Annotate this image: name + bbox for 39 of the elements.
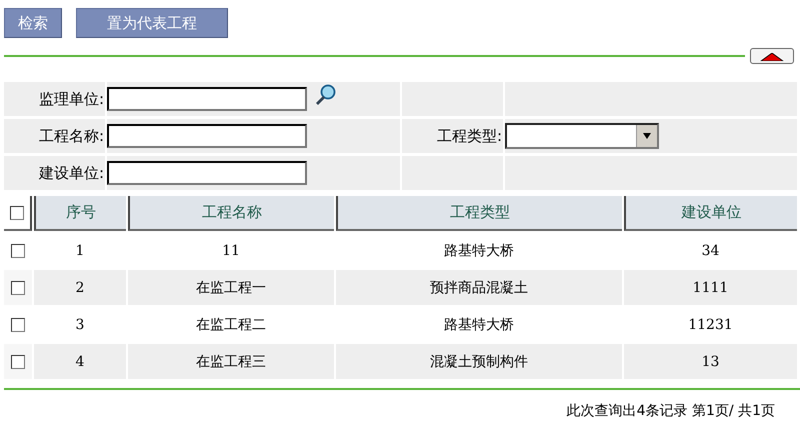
dropdown-arrow-icon (643, 133, 651, 139)
checkbox[interactable] (11, 280, 25, 294)
field-label: 工程名称: (38, 126, 104, 146)
field-label: 建设单位: (38, 164, 104, 182)
toolbar-button[interactable]: 置为代表工程 (76, 8, 228, 38)
table-cell-text: 11231 (687, 316, 734, 334)
table-cell: 2 (34, 270, 126, 305)
column-header[interactable]: 序号 (34, 196, 126, 231)
dropdown-field[interactable] (505, 123, 659, 149)
table-cell: 1111 (624, 270, 797, 305)
record-summary: 此次查询出4条记录 第1页/ 共1页 (566, 402, 775, 420)
field-label: 工程类型: (436, 126, 502, 146)
table-cell-text: 11 (221, 242, 241, 260)
column-header[interactable]: 工程名称 (128, 196, 334, 231)
table-cell: 混凝土预制构件 (336, 344, 622, 379)
checkbox[interactable] (11, 318, 25, 332)
checkbox[interactable] (10, 206, 24, 220)
table-cell: 13 (624, 344, 797, 379)
field-label: 监理单位: (38, 90, 104, 108)
up-triangle-icon (759, 53, 785, 61)
table-cell: 在监工程三 (128, 344, 334, 379)
toolbar-button[interactable]: 检索 (4, 8, 62, 38)
input-field[interactable] (107, 87, 307, 111)
collapse-button[interactable] (750, 48, 794, 64)
checkbox[interactable] (11, 244, 25, 258)
column-header[interactable]: 工程类型 (336, 196, 622, 231)
table-cell: 预拌商品混凝土 (336, 270, 622, 305)
table-cell-text: 在监工程二 (195, 316, 267, 334)
checkbox[interactable] (11, 354, 25, 368)
table-cell: 4 (34, 344, 126, 379)
column-header[interactable]: 建设单位 (624, 196, 797, 231)
input-field[interactable] (107, 124, 307, 148)
table-cell-text: 路基特大桥 (443, 316, 515, 334)
table-cell-text: 34 (700, 242, 720, 260)
table-cell: 在监工程一 (128, 270, 334, 305)
table-cell-text: 路基特大桥 (443, 242, 515, 260)
table-cell-text: 1 (74, 242, 86, 260)
table-cell-text: 3 (74, 316, 86, 334)
input-field[interactable] (107, 161, 307, 185)
